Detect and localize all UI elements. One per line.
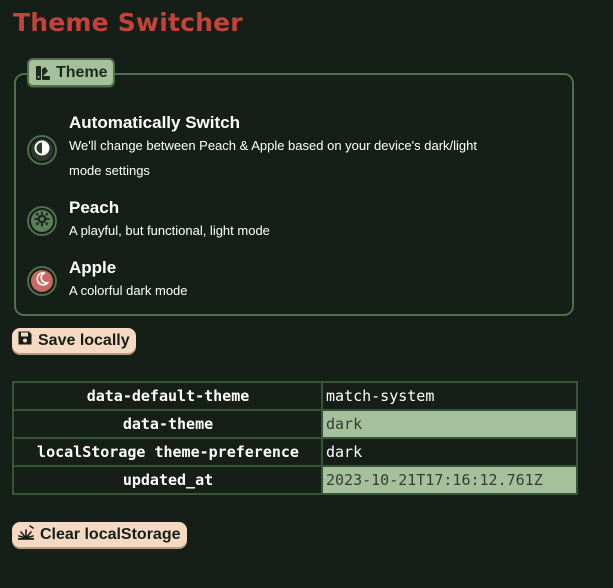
theme-option-description: A colorful dark mode bbox=[69, 283, 188, 298]
save-locally-label: Save locally bbox=[38, 331, 130, 349]
attribute-value: 2023-10-21T17:16:12.761Z bbox=[321, 465, 578, 495]
theme-option-apple[interactable]: Apple A colorful dark mode bbox=[27, 258, 188, 303]
theme-legend: Theme bbox=[27, 58, 115, 87]
attribute-value: dark bbox=[321, 437, 578, 467]
attribute-value: match-system bbox=[321, 381, 578, 411]
attribute-key: updated_at bbox=[12, 465, 323, 495]
moon-icon bbox=[34, 271, 50, 292]
clear-localstorage-button[interactable]: Clear localStorage bbox=[12, 522, 187, 547]
theme-radio-auto[interactable] bbox=[27, 135, 57, 165]
attribute-value: dark bbox=[321, 409, 578, 439]
theme-option-title: Peach bbox=[69, 198, 120, 217]
theme-radio-apple[interactable] bbox=[27, 266, 57, 296]
theme-attributes-table: data-default-theme match-system data-the… bbox=[12, 381, 578, 495]
floppy-disk-icon bbox=[17, 330, 33, 351]
sun-gear-icon bbox=[34, 211, 50, 232]
table-row: data-theme dark bbox=[12, 409, 578, 439]
theme-option-description: We'll change between Peach & Apple based… bbox=[69, 138, 477, 153]
table-row: data-default-theme match-system bbox=[12, 381, 578, 411]
theme-option-description: A playful, but functional, light mode bbox=[69, 223, 270, 238]
attribute-key: data-theme bbox=[12, 409, 323, 439]
table-row: localStorage theme-preference dark bbox=[12, 437, 578, 467]
swatches-icon bbox=[35, 65, 51, 81]
clear-localstorage-label: Clear localStorage bbox=[40, 525, 181, 543]
broom-icon bbox=[17, 524, 35, 545]
theme-option-auto[interactable]: Automatically Switch We'll change betwee… bbox=[27, 113, 477, 183]
attribute-key: localStorage theme-preference bbox=[12, 437, 323, 467]
theme-legend-label: Theme bbox=[56, 63, 108, 81]
theme-option-title: Automatically Switch bbox=[69, 113, 240, 132]
table-row: updated_at 2023-10-21T17:16:12.761Z bbox=[12, 465, 578, 495]
theme-radio-peach[interactable] bbox=[27, 206, 57, 236]
save-locally-button[interactable]: Save locally bbox=[12, 328, 136, 353]
theme-option-description-cont: mode settings bbox=[69, 163, 150, 178]
page-title: Theme Switcher bbox=[13, 8, 243, 37]
theme-option-peach[interactable]: Peach A playful, but functional, light m… bbox=[27, 198, 270, 243]
half-circle-icon bbox=[34, 140, 50, 161]
theme-option-title: Apple bbox=[69, 258, 117, 277]
attribute-key: data-default-theme bbox=[12, 381, 323, 411]
